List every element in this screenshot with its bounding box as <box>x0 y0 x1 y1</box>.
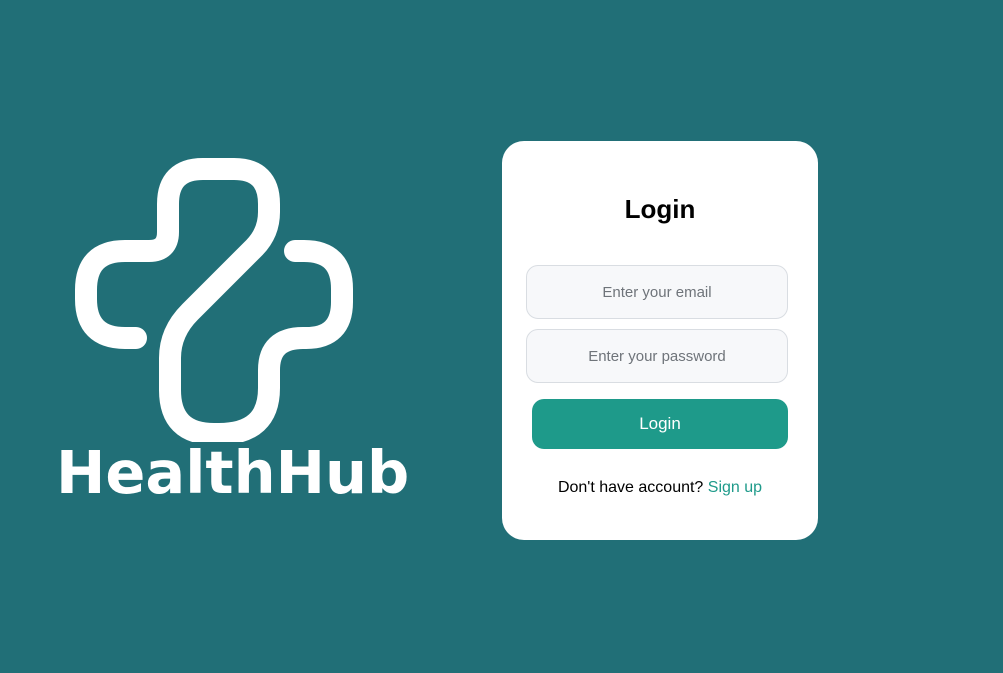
signup-prompt-row: Don't have account? Sign up <box>502 477 818 499</box>
login-button[interactable]: Login <box>532 399 788 449</box>
medical-cross-logo-icon <box>74 158 358 442</box>
email-input[interactable] <box>526 265 788 319</box>
brand-section: HealthHub <box>52 150 409 510</box>
login-card: Login Login Don't have account? Sign up <box>502 141 818 540</box>
brand-name: HealthHub <box>56 438 410 507</box>
password-input[interactable] <box>526 329 788 383</box>
signup-prompt-text: Don't have account? <box>557 479 708 496</box>
signup-link[interactable]: Sign up <box>708 479 762 496</box>
login-title: Login <box>624 194 696 224</box>
login-page: HealthHub Login Login Don't have account… <box>0 0 1003 673</box>
